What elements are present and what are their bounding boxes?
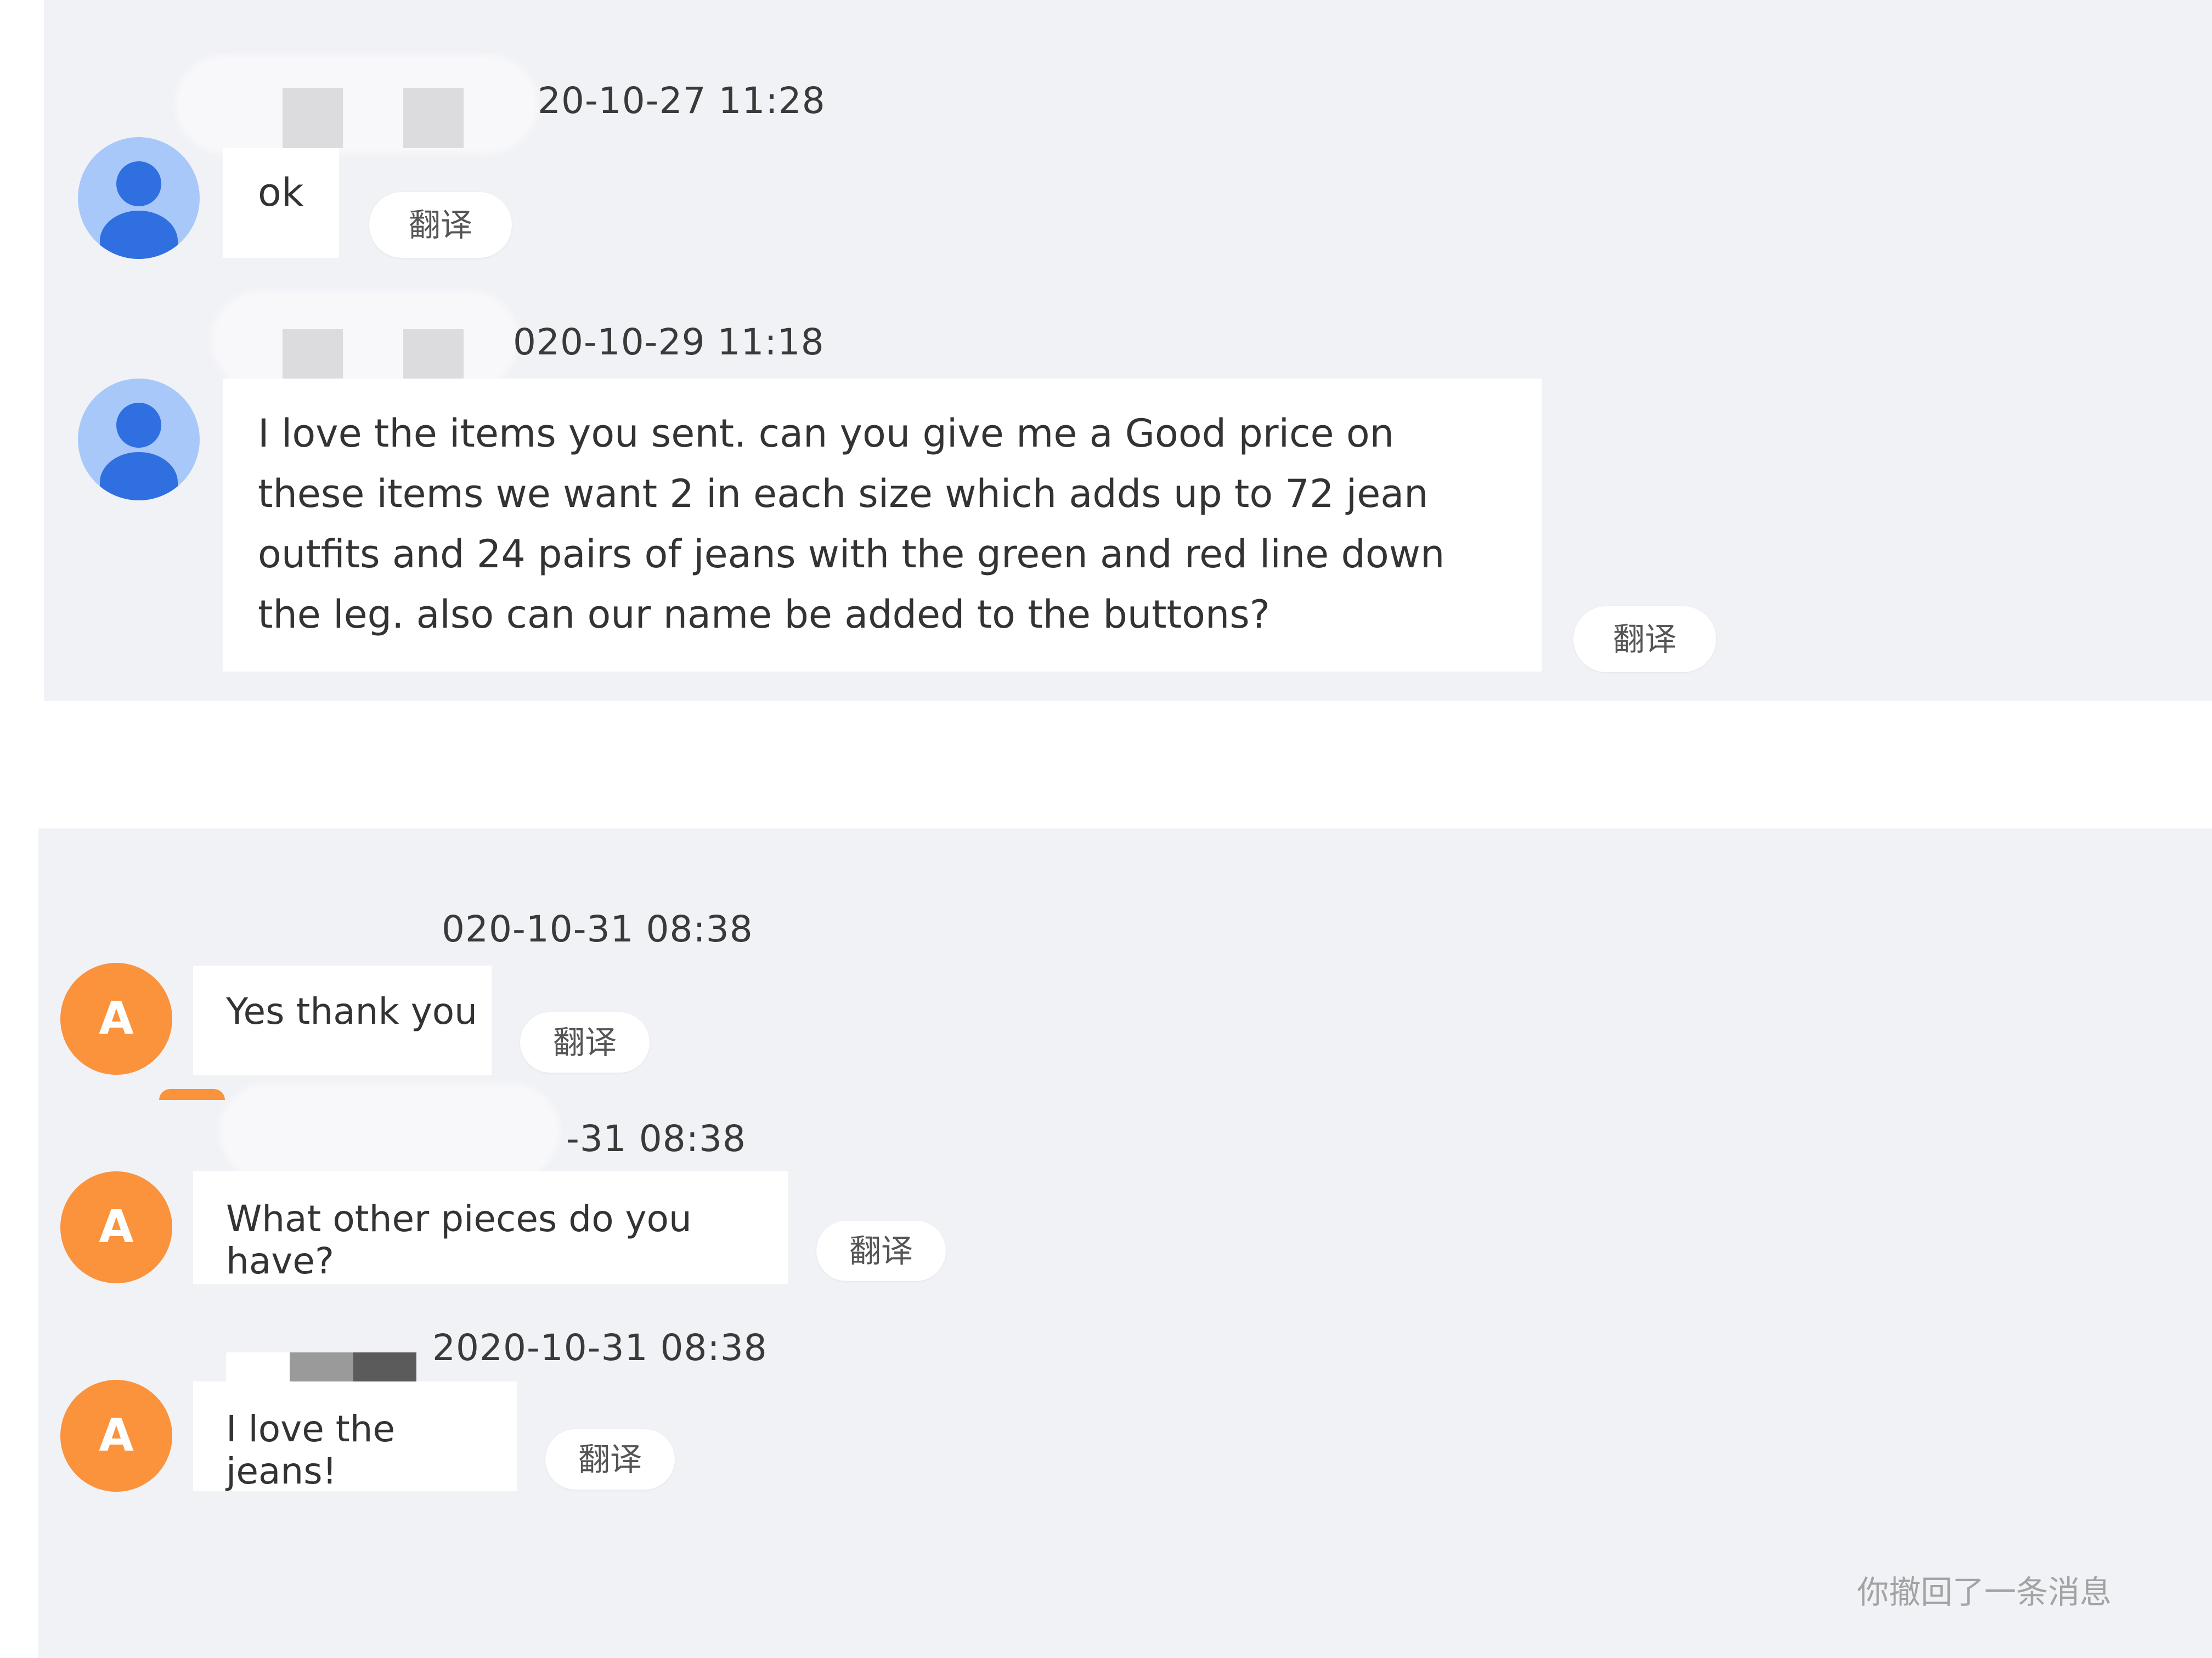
message-bubble: What other pieces do you have? [193,1171,788,1284]
message-timestamp: 2020-10-31 08:38 [432,1327,768,1369]
avatar-letter-icon: A [60,1380,172,1492]
message-text: I love the jeans! [226,1408,396,1492]
avatar-fragment [159,1089,225,1100]
translate-button[interactable]: 翻译 [369,192,512,258]
redaction-block [403,88,464,148]
user-avatar-icon [78,379,200,500]
translate-button[interactable]: 翻译 [1573,606,1716,672]
message-text: ok [258,170,304,215]
message-timestamp: 20-10-27 11:28 [538,80,826,122]
recall-notice: 你撤回了一条消息 [1857,1574,2112,1611]
sender-name-redacted [176,55,538,154]
translate-button[interactable]: 翻译 [520,1012,650,1073]
message-bubble: Yes thank you [193,966,492,1075]
message-bubble: I love the jeans! [193,1381,517,1492]
avatar-letter-icon: A [60,963,172,1075]
user-avatar-icon [78,137,200,259]
avatar-letter-icon: A [60,1171,172,1283]
sender-name-redacted [211,291,518,390]
message-text: Yes thank you [226,990,477,1033]
translate-button[interactable]: 翻译 [816,1221,946,1281]
message-bubble: ok [223,148,339,258]
sender-name-redacted [219,1084,560,1180]
message-text: What other pieces do you have? [226,1198,692,1282]
message-timestamp: 020-10-31 08:38 [442,908,753,950]
message-bubble: I love the items you sent. can you give … [223,379,1542,672]
redaction-block [283,88,343,148]
translate-button[interactable]: 翻译 [545,1429,675,1490]
message-timestamp: 020-10-29 11:18 [513,321,825,363]
message-timestamp: -31 08:38 [566,1118,746,1160]
message-text: I love the items you sent. can you give … [258,411,1445,637]
